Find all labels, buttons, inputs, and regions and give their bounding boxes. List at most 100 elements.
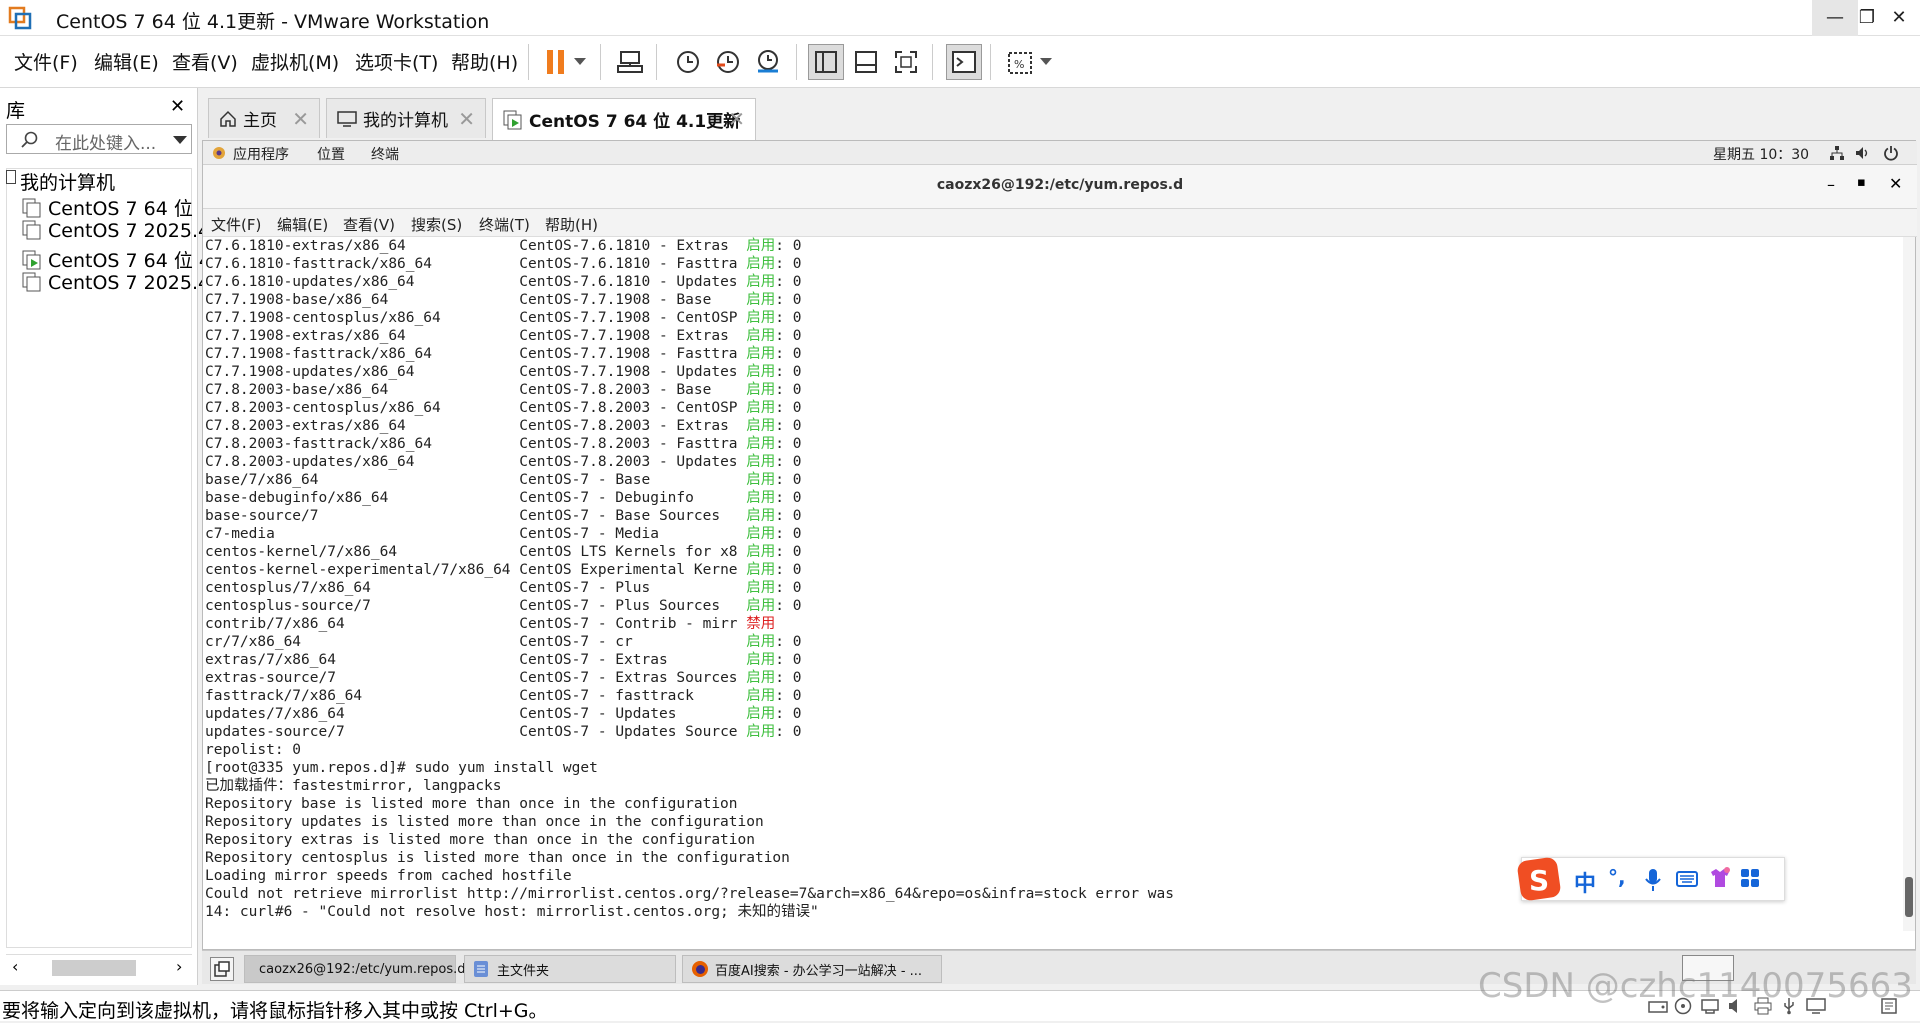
library-vm-item[interactable]: CentOS 7 2025.4 [22, 220, 210, 242]
terminal-maximize-button[interactable]: ▪ [1857, 175, 1866, 190]
gnome-terminal-menu[interactable]: 终端 [371, 144, 399, 164]
tab-home[interactable]: 主页 ✕ [208, 98, 320, 138]
stretch-dropdown[interactable] [1036, 44, 1056, 80]
repo-name: CentOS-7 - Media [519, 526, 659, 542]
repo-status: 启用 [746, 328, 776, 344]
taskbar-item-terminal[interactable]: caozx26@192:/etc/yum.repos.d [244, 955, 465, 983]
window-title: CentOS 7 64 位 4.1更新 - VMware Workstation [56, 11, 490, 33]
close-button[interactable]: ✕ [1876, 0, 1920, 36]
tab-my-computer[interactable]: 我的计算机 ✕ [326, 98, 486, 138]
repo-status: 启用 [746, 580, 776, 596]
gnome-clock[interactable]: 星期五 10：30 [1713, 144, 1809, 164]
terminal-output[interactable]: C7.6.1810-extras/x86_64 CentOS-7.6.1810 … [203, 237, 1903, 931]
gnome-places-menu[interactable]: 位置 [317, 144, 345, 164]
library-vm-item[interactable]: CentOS 7 2025.4 [22, 272, 210, 294]
scrollbar-thumb[interactable] [52, 960, 136, 976]
terminal-icon [952, 51, 976, 73]
terminal-repo-line: extras-source/7 CentOS-7 - Extras Source… [205, 669, 1174, 687]
library-close-button[interactable]: ✕ [170, 96, 185, 117]
toolbox-grid-icon[interactable] [1740, 868, 1760, 888]
terminal-menu-file[interactable]: 文件(F) [211, 214, 261, 235]
tree-root-my-computer[interactable]: 我的计算机 [20, 168, 115, 195]
repo-name: CentOS-7 - Extras [519, 652, 668, 668]
menu-edit[interactable]: 编辑(E) [94, 48, 159, 75]
repo-count: : 0 [775, 706, 802, 722]
terminal-scrollbar-thumb[interactable] [1905, 877, 1913, 917]
taskbar-item-home-folder[interactable]: 主文件夹 [464, 955, 676, 983]
menu-view[interactable]: 查看(V) [172, 48, 238, 75]
terminal-output-line: Repository extras is listed more than on… [205, 832, 755, 848]
microphone-icon[interactable] [1644, 868, 1662, 892]
repo-name: CentOS-7.7.1908 - Base [519, 292, 712, 308]
repo-name: CentOS-7 - Debuginfo [519, 490, 694, 506]
repo-status: 启用 [746, 670, 776, 686]
terminal-repo-line: C7.7.1908-extras/x86_64 CentOS-7.7.1908 … [205, 327, 1174, 345]
terminal-menu-terminal[interactable]: 终端(T) [479, 214, 530, 235]
terminal-menu-search[interactable]: 搜索(S) [411, 214, 462, 235]
send-ctrl-alt-del-button[interactable] [612, 44, 648, 80]
pause-button[interactable] [538, 44, 574, 80]
terminal-text: C7.6.1810-extras/x86_64 CentOS-7.6.1810 … [205, 237, 1174, 921]
repo-name: CentOS-7.7.1908 - Extras [519, 328, 729, 344]
repo-name: CentOS-7 - Contrib - mirr [519, 616, 738, 632]
network-icon[interactable] [1829, 145, 1845, 161]
library-vm-item-running[interactable]: CentOS 7 64 位 4 [22, 246, 211, 273]
thumbnail-bar-button[interactable] [848, 44, 884, 80]
menu-tabs[interactable]: 选项卡(T) [355, 48, 438, 75]
revert-snapshot-button[interactable] [710, 44, 746, 80]
revert-clock-icon [717, 51, 739, 73]
menu-help[interactable]: 帮助(H) [451, 48, 518, 75]
toolbar-separator [990, 44, 991, 80]
tab-close-icon[interactable]: ✕ [292, 107, 309, 131]
terminal-minimize-button[interactable]: – [1827, 175, 1835, 194]
show-desktop-button[interactable] [210, 957, 234, 981]
terminal-repo-line: fasttrack/7/x86_64 CentOS-7 - fasttrack … [205, 687, 1174, 705]
repo-id: centos-kernel/7/x86_64 [205, 544, 398, 560]
sogou-logo-icon[interactable]: S [1516, 856, 1562, 902]
pause-dropdown[interactable] [570, 44, 590, 80]
tab-close-icon[interactable]: ✕ [728, 107, 745, 131]
scroll-right-icon[interactable]: › [176, 957, 182, 976]
terminal-repo-line: updates-source/7 CentOS-7 - Updates Sour… [205, 723, 1174, 741]
console-view-button[interactable] [946, 44, 982, 80]
volume-icon[interactable] [1855, 145, 1871, 161]
guest-display[interactable]: 应用程序 位置 终端 星期五 10：30 caozx26@192:/etc/yu… [202, 140, 1917, 950]
keyboard-icon[interactable] [1676, 870, 1698, 888]
ime-punct-toggle[interactable]: °, [1608, 865, 1626, 889]
repo-count: : 0 [775, 346, 802, 362]
ime-lang-toggle[interactable]: 中 [1574, 866, 1596, 898]
power-icon[interactable] [1883, 145, 1899, 161]
chevron-down-icon [1040, 58, 1052, 65]
repo-id: C7.7.1908-extras/x86_64 [205, 328, 406, 344]
terminal-repo-line: contrib/7/x86_64 CentOS-7 - Contrib - mi… [205, 615, 1174, 633]
scroll-left-icon[interactable]: ‹ [12, 957, 18, 976]
library-search-field[interactable]: 在此处键入... [6, 124, 192, 154]
menu-file[interactable]: 文件(F) [14, 48, 78, 75]
skin-shirt-icon[interactable] [1708, 866, 1732, 890]
repo-count: : 0 [775, 436, 802, 452]
terminal-menu-view[interactable]: 查看(V) [343, 214, 395, 235]
gnome-apps-menu[interactable]: 应用程序 [233, 144, 289, 164]
library-vm-item[interactable]: CentOS 7 64 位 [22, 194, 193, 221]
tab-close-icon[interactable]: ✕ [458, 107, 475, 131]
repo-id: C7.8.2003-base/x86_64 [205, 382, 389, 398]
taskbar-item-firefox[interactable]: 百度AI搜索 - 办公学习一站解决 - ... [682, 955, 942, 983]
library-horizontal-scrollbar[interactable]: ‹ › [6, 954, 192, 980]
terminal-close-button[interactable]: ✕ [1889, 174, 1902, 193]
ime-toolbar[interactable]: S 中 °, [1517, 857, 1785, 901]
show-library-button[interactable] [808, 44, 844, 80]
tab-centos-vm[interactable]: CentOS 7 64 位 4.1更新 ✕ [492, 98, 756, 140]
stretch-guest-button[interactable]: % [1002, 44, 1038, 80]
full-screen-button[interactable] [888, 44, 924, 80]
terminal-repo-line: C7.8.2003-updates/x86_64 CentOS-7.8.2003… [205, 453, 1174, 471]
terminal-scrollbar[interactable] [1903, 237, 1915, 931]
repo-count: : 0 [775, 688, 802, 704]
menu-vm[interactable]: 虚拟机(M) [251, 48, 339, 75]
tree-collapse-toggle[interactable] [6, 170, 16, 184]
terminal-menu-help[interactable]: 帮助(H) [545, 214, 598, 235]
terminal-menu-edit[interactable]: 编辑(E) [277, 214, 328, 235]
repo-status: 启用 [746, 526, 776, 542]
snapshot-manager-button[interactable] [750, 44, 786, 80]
repo-status: 启用 [746, 598, 776, 614]
snapshot-button[interactable] [670, 44, 706, 80]
